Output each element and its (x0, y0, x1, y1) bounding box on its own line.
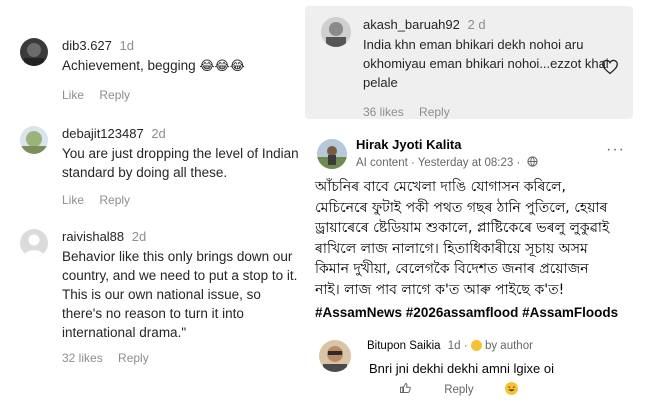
like-button[interactable]: Like (62, 193, 84, 207)
comment-text-body: Achievement, begging (62, 58, 196, 73)
avatar[interactable] (20, 38, 48, 66)
left-comments-panel: dib3.627 1d Achievement, begging 😂😂😂 Lik… (0, 0, 300, 414)
avatar[interactable] (321, 17, 351, 47)
right-panel: akash_baruah92 2 d India khn eman bhikar… (305, 0, 657, 414)
comment-time: 2d (131, 229, 147, 244)
reply-text: Bnri jni dekhi dekhi amni lgixe oi (369, 361, 554, 376)
reply-button[interactable]: Reply (118, 351, 149, 365)
avatar[interactable] (20, 229, 48, 257)
post-text: আঁচনিৰ বাবে মেখেলা দাঙি যোগাসন কৰিলে, মে… (315, 179, 610, 298)
post-hashtags[interactable]: #AssamNews #2026assamflood #AssamFloods (315, 305, 618, 320)
heart-icon[interactable] (601, 59, 619, 75)
like-button[interactable]: Like (62, 88, 84, 102)
comment-time: 1d (119, 38, 134, 53)
author-emoji-icon (470, 340, 482, 351)
avatar[interactable] (20, 126, 48, 154)
reply-author[interactable]: Bitupon Saikia (367, 340, 441, 352)
globe-icon (526, 156, 538, 167)
comment-username[interactable]: akash_baruah92 (363, 17, 460, 32)
comment-time: 2d (151, 126, 166, 141)
likes-count[interactable]: 36 likes (363, 105, 404, 119)
laughing-reaction-icon[interactable] (504, 382, 518, 395)
more-options-icon[interactable]: ··· (606, 142, 625, 158)
reply-button[interactable]: Reply (444, 384, 473, 396)
likes-count[interactable]: 32 likes (62, 351, 103, 365)
reply-button[interactable]: Reply (99, 88, 130, 102)
avatar[interactable] (317, 139, 347, 169)
reply-time: 1d (447, 340, 461, 352)
author-badge: · by author (463, 340, 533, 352)
laughing-emoji-icon: 😂😂😂 (199, 58, 245, 73)
comment-text: Behavior like this only brings down our … (62, 249, 298, 340)
author-badge-label: by author (484, 340, 533, 352)
reply-button[interactable]: Reply (419, 105, 450, 119)
comment-text: You are just dropping the level of India… (62, 146, 299, 180)
post-meta: AI content · Yesterday at 08:23 · (356, 156, 538, 169)
comment-username[interactable]: dib3.627 (62, 38, 112, 53)
avatar[interactable] (319, 340, 351, 372)
reply-header: Bitupon Saikia 1d · by author (367, 340, 533, 352)
comment-text: Achievement, begging 😂😂😂 (62, 56, 300, 75)
comment-username[interactable]: debajit123487 (62, 126, 144, 141)
post-author[interactable]: Hirak Jyoti Kalita (356, 137, 462, 152)
highlighted-comment-card: akash_baruah92 2 d India khn eman bhikar… (305, 6, 633, 119)
comment-text: India khn eman bhikari dekh nohoi aru ok… (363, 37, 609, 90)
thumbs-up-icon[interactable] (399, 382, 411, 394)
post-meta-text: AI content · Yesterday at 08:23 · (356, 157, 521, 169)
comment-time: 2 d (467, 17, 486, 32)
comment-username[interactable]: raivishal88 (62, 229, 124, 244)
reply-actions: Reply (399, 382, 518, 396)
reply-button[interactable]: Reply (99, 193, 130, 207)
